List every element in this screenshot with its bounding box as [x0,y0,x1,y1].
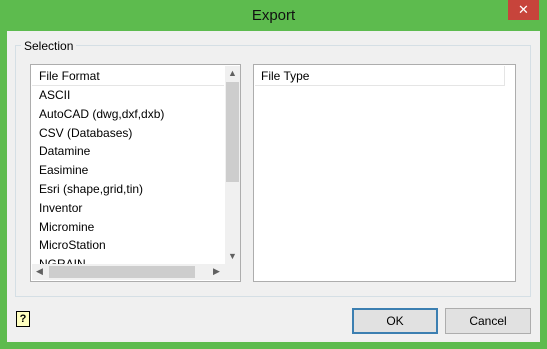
close-button[interactable]: ✕ [508,0,539,20]
ok-button[interactable]: OK [352,308,438,334]
export-dialog: Export ✕ Selection File Format ASCII Aut… [0,0,547,349]
scroll-right-icon[interactable]: ▶ [209,264,224,279]
horizontal-scrollbar[interactable]: ◀ ▶ [32,264,225,280]
list-item[interactable]: Datamine [32,142,224,161]
list-item[interactable]: AutoCAD (dwg,dxf,dxb) [32,105,224,124]
vertical-scroll-thumb[interactable] [226,82,239,182]
list-item[interactable]: Inventor [32,199,224,218]
dialog-body: Selection File Format ASCII AutoCAD (dwg… [7,31,540,342]
cancel-button[interactable]: Cancel [445,308,531,334]
selection-label: Selection [21,39,77,53]
file-format-items: ASCII AutoCAD (dwg,dxf,dxb) CSV (Databas… [32,86,224,274]
column-separator [504,66,505,85]
list-item[interactable]: ASCII [32,86,224,105]
file-type-header-label: File Type [261,69,310,83]
file-format-header-label: File Format [39,69,100,83]
dialog-title: Export [251,7,296,24]
list-item[interactable]: Micromine [32,218,224,237]
scroll-down-icon[interactable]: ▼ [225,249,240,264]
help-icon[interactable]: ? [16,311,30,327]
title-bar[interactable]: Export ✕ [0,0,547,31]
scroll-left-icon[interactable]: ◀ [32,264,47,279]
file-type-header[interactable]: File Type [255,66,505,86]
horizontal-scroll-thumb[interactable] [49,266,195,278]
file-format-header[interactable]: File Format [32,66,224,86]
scrollbar-corner [225,264,240,280]
scroll-up-icon[interactable]: ▲ [225,66,240,81]
file-type-list[interactable]: File Type [253,64,516,282]
file-format-list[interactable]: File Format ASCII AutoCAD (dwg,dxf,dxb) … [30,64,241,282]
list-item[interactable]: Easimine [32,161,224,180]
list-item[interactable]: Esri (shape,grid,tin) [32,180,224,199]
vertical-scrollbar[interactable]: ▲ ▼ [225,66,240,264]
list-item[interactable]: MicroStation [32,236,224,255]
list-item[interactable]: CSV (Databases) [32,124,224,143]
